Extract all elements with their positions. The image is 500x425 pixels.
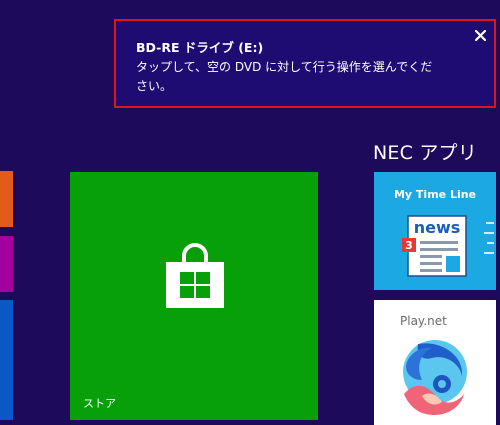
partial-tile-blue[interactable] xyxy=(0,300,13,420)
close-button[interactable] xyxy=(472,27,488,43)
my-time-line-title: My Time Line xyxy=(393,188,477,201)
close-icon xyxy=(474,29,486,41)
notification-title: BD-RE ドライブ (E:) xyxy=(136,40,264,55)
newspaper-icon: news 3 xyxy=(402,215,467,277)
store-tile-label: ストア xyxy=(83,397,116,410)
play-net-tile[interactable]: Play.net xyxy=(374,300,496,425)
news-word: news xyxy=(414,218,461,237)
partial-tile-orange[interactable] xyxy=(0,171,13,227)
play-net-title: Play.net xyxy=(400,314,447,328)
store-tile[interactable]: ストア xyxy=(70,172,318,420)
notification-message: タップして、空の DVD に対して行う操作を選んでください。 xyxy=(136,60,433,93)
notification-toast[interactable]: BD-RE ドライブ (E:) タップして、空の DVD に対して行う操作を選ん… xyxy=(114,19,496,108)
group-title: NEC アプリ xyxy=(373,142,477,164)
partial-tile-magenta[interactable] xyxy=(0,236,13,292)
decorative-lines-icon xyxy=(484,222,494,254)
my-time-line-tile[interactable]: My Time Line news 3 xyxy=(374,172,496,290)
play-net-logo-icon xyxy=(403,340,467,416)
shopping-bag-icon xyxy=(166,243,224,308)
news-badge: 3 xyxy=(405,239,413,252)
